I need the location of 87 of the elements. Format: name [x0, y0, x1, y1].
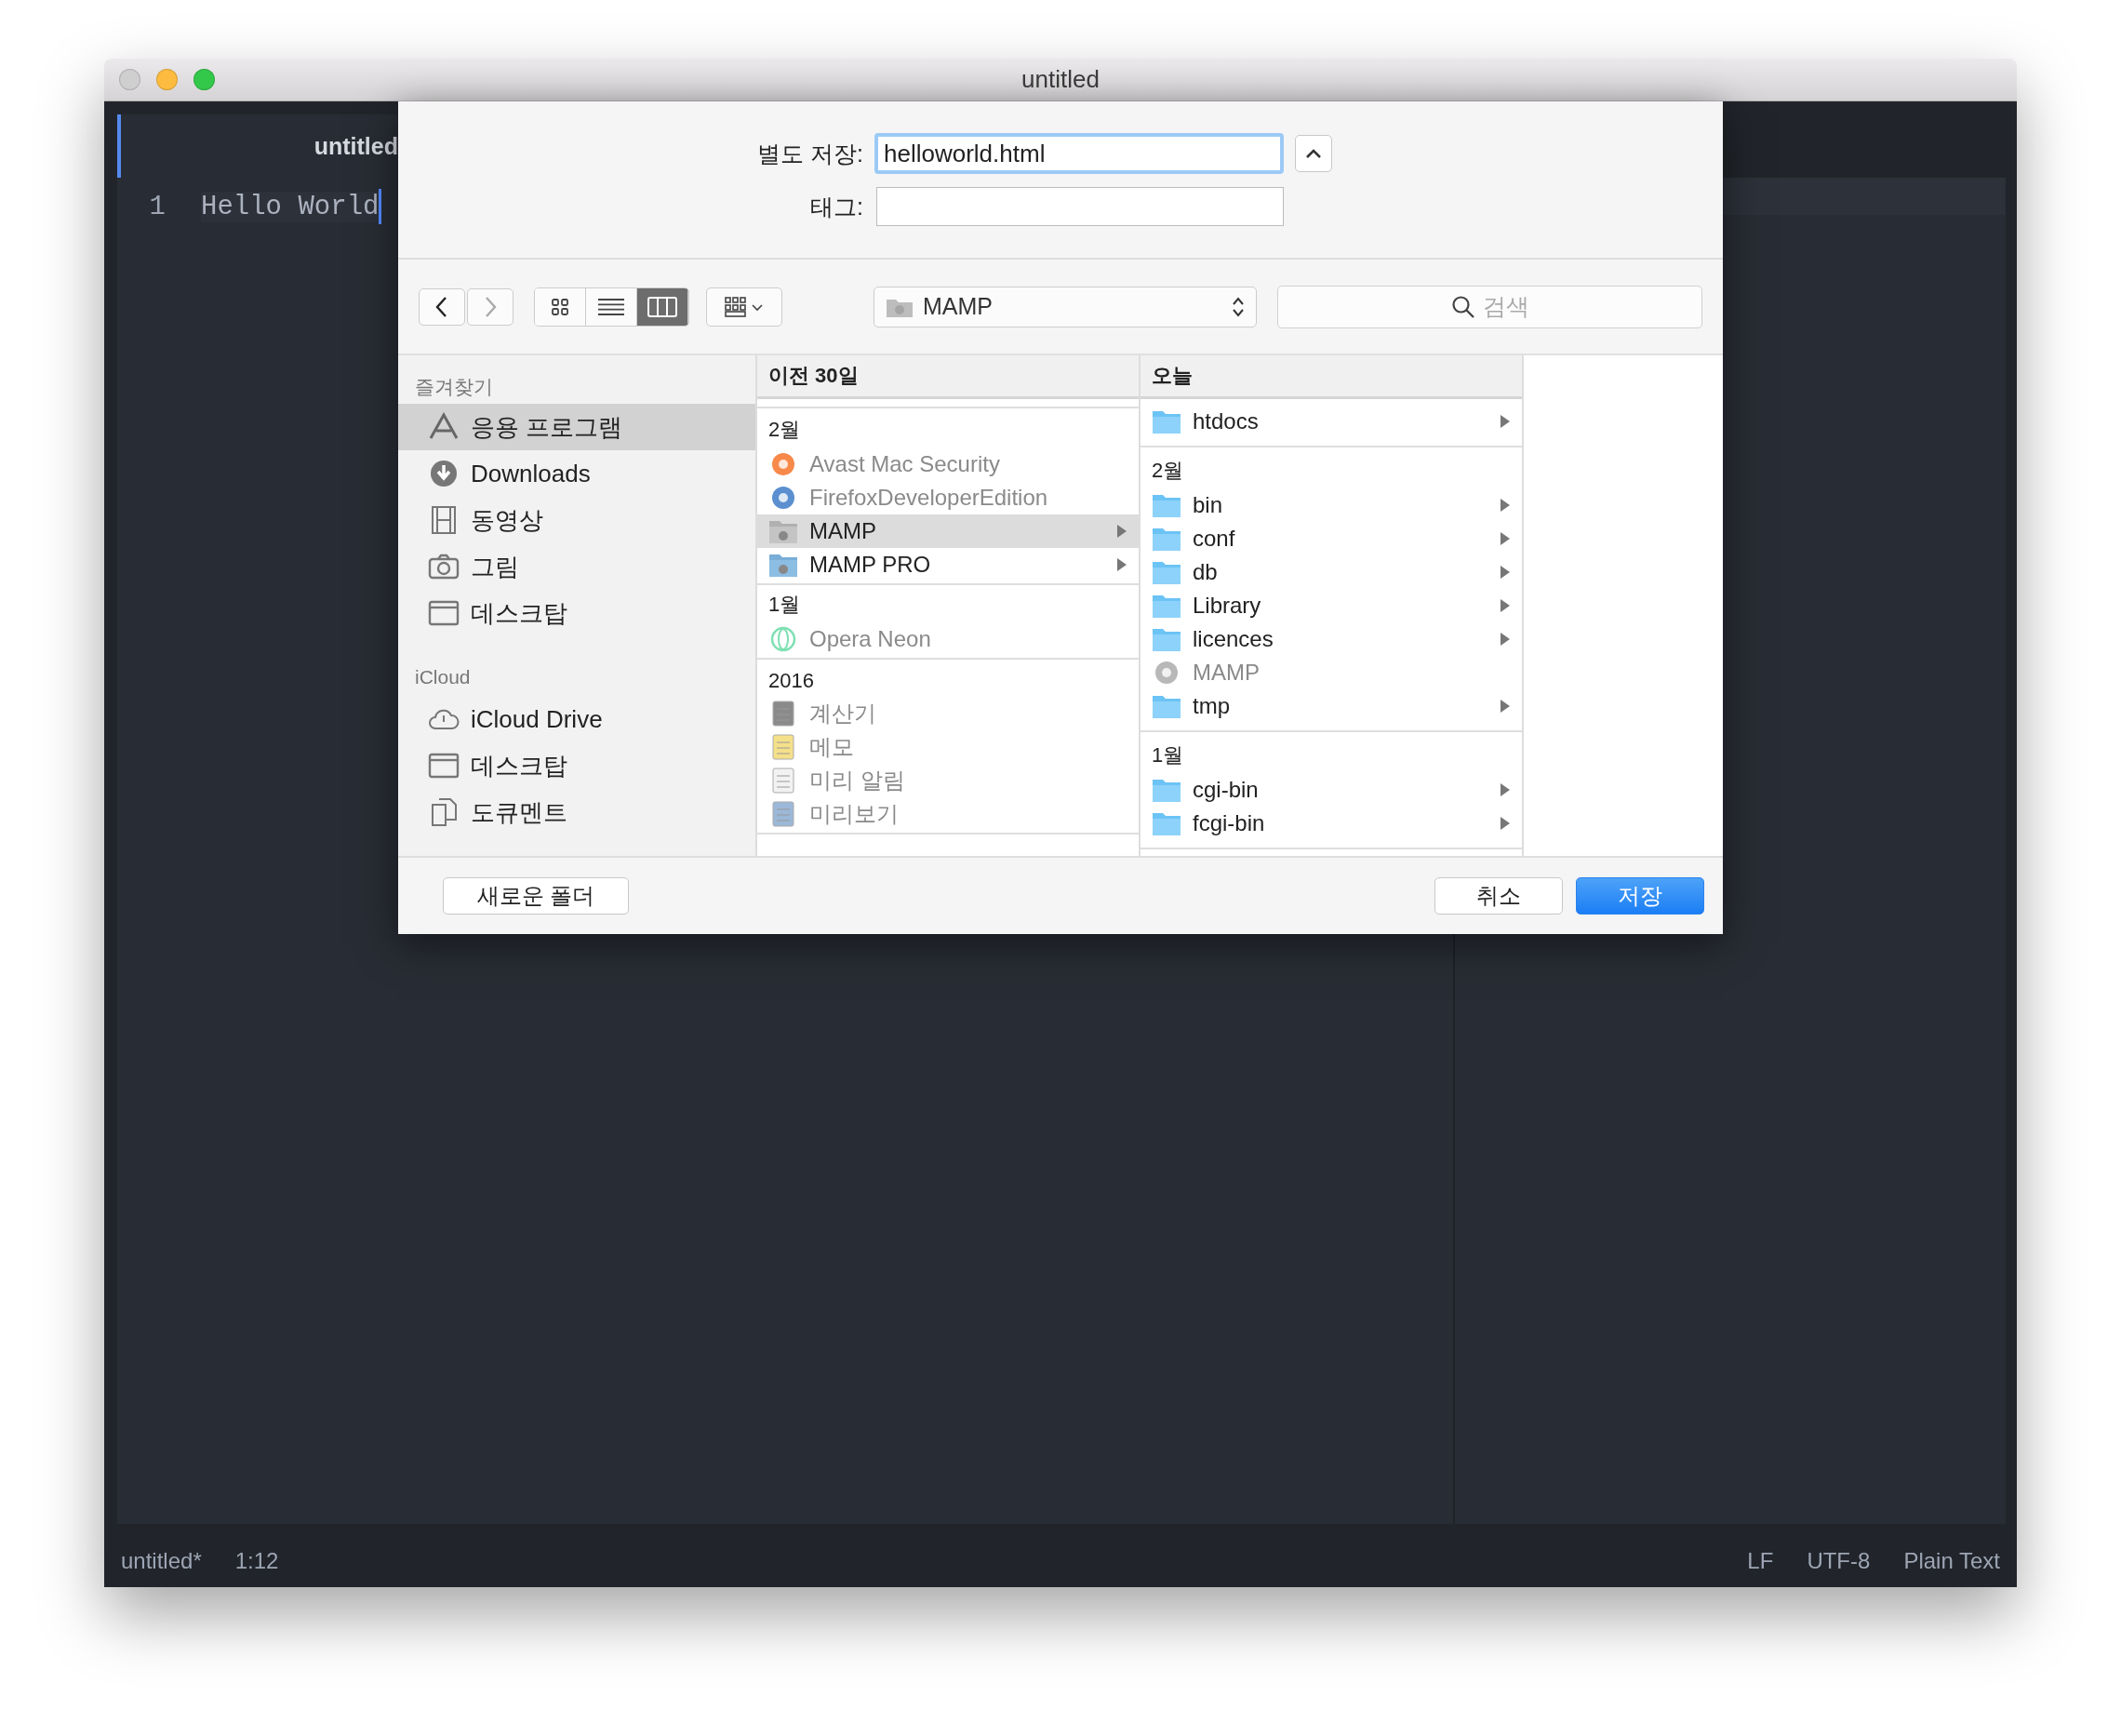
status-item[interactable]: LF: [1747, 1548, 1774, 1574]
sidebar-item[interactable]: 동영상: [398, 497, 755, 543]
status-item[interactable]: Plain Text: [1903, 1548, 2000, 1574]
back-icon: [435, 295, 448, 318]
sidebar-heading: iCloud: [414, 665, 472, 689]
group-label: 1월: [1151, 742, 1185, 768]
file-row[interactable]: MAMP PRO: [757, 548, 1139, 581]
columns-view-button[interactable]: [637, 287, 688, 326]
file-row[interactable]: conf: [1141, 522, 1522, 555]
disclosure-icon: [1500, 498, 1511, 513]
file-row[interactable]: fcgi-bin: [1141, 807, 1522, 840]
group-label: 2월: [1151, 458, 1185, 484]
window-title: untitled: [1021, 65, 1100, 94]
sidebar-item[interactable]: 데스크탑: [398, 590, 755, 636]
status-item: 1:12: [234, 1548, 279, 1574]
cancel-button[interactable]: 취소: [1434, 877, 1563, 915]
file-row[interactable]: licences: [1141, 622, 1522, 656]
status-item[interactable]: UTF-8: [1807, 1548, 1871, 1574]
folder-icon: [1152, 693, 1181, 719]
sidebar-item[interactable]: Downloads: [398, 450, 755, 497]
folder-icon: [768, 552, 798, 578]
tags-field[interactable]: [876, 187, 1284, 226]
file-row[interactable]: Library: [1141, 589, 1522, 622]
search-icon: [1450, 294, 1475, 319]
sidebar-item[interactable]: 응용 프로그램: [398, 404, 755, 450]
folder-icon: [1152, 559, 1181, 585]
disclosure-icon: [1116, 557, 1127, 572]
save-as-label: 별도 저장:: [756, 139, 864, 168]
grid-icon: [550, 296, 570, 317]
status-item: untitled*: [121, 1548, 202, 1574]
folder-icon: [768, 518, 798, 544]
arrange-icon: [725, 296, 764, 317]
file-row[interactable]: htdocs: [1141, 405, 1522, 438]
folder-icon: [1152, 593, 1181, 619]
group-label: 2016: [767, 668, 815, 694]
sidebar-item[interactable]: 도큐멘트: [398, 789, 755, 835]
disclosure-icon: [1500, 565, 1511, 580]
location-popup[interactable]: MAMP: [874, 286, 1257, 327]
column-header: 이전 30일: [757, 355, 1139, 399]
view-mode-control[interactable]: [534, 287, 689, 327]
disclosure-icon: [1500, 598, 1511, 613]
folder-icon: [1152, 810, 1181, 836]
arrange-button[interactable]: [706, 287, 782, 327]
list-icon: [598, 297, 624, 316]
columns-icon: [647, 296, 677, 317]
camera-icon: [428, 552, 460, 581]
monitor-icon: [428, 751, 460, 781]
sidebar-item[interactable]: 데스크탑: [398, 742, 755, 789]
back-button[interactable]: [419, 287, 465, 326]
download-icon: [428, 459, 460, 488]
text-cursor: [379, 189, 382, 224]
file-row[interactable]: bin: [1141, 488, 1522, 522]
stepper-icon: [1232, 295, 1245, 318]
group-label: 1월: [767, 592, 802, 618]
disclosure-icon: [1500, 632, 1511, 647]
folder-icon: [1152, 626, 1181, 652]
disclosure-icon: [1500, 414, 1511, 429]
line-number: 1: [148, 191, 166, 222]
sidebar-heading: 즐겨찾기: [414, 375, 494, 399]
collapse-button[interactable]: [1295, 135, 1332, 172]
file-row[interactable]: tmp: [1141, 689, 1522, 723]
folder-icon: [1152, 526, 1181, 552]
column-header: 오늘: [1141, 355, 1522, 399]
sidebar-item[interactable]: 그림: [398, 543, 755, 590]
chevron-up-icon: [1305, 148, 1322, 159]
file-row[interactable]: MAMP: [757, 514, 1139, 548]
disclosure-icon: [1116, 524, 1127, 539]
folder-icon: [1152, 777, 1181, 803]
group-label: 2월: [767, 417, 802, 443]
editor-tab[interactable]: untitled: [117, 114, 398, 178]
monitor-icon: [428, 598, 460, 628]
list-view-button[interactable]: [586, 287, 637, 326]
file-row[interactable]: cgi-bin: [1141, 773, 1522, 807]
filename-field[interactable]: helloworld.html: [874, 133, 1284, 174]
forward-icon: [484, 295, 497, 318]
folder-icon: [1152, 492, 1181, 518]
folder-icon: [1152, 408, 1181, 434]
icons-view-button[interactable]: [535, 287, 586, 326]
file-row[interactable]: db: [1141, 555, 1522, 589]
app-icon: [768, 626, 798, 652]
sidebar-item[interactable]: iCloud Drive: [398, 696, 755, 742]
new-folder-button[interactable]: 새로운 폴더: [443, 877, 629, 915]
disclosure-icon: [1500, 782, 1511, 797]
tags-label: 태그:: [809, 192, 864, 221]
disclosure-icon: [1500, 531, 1511, 546]
disclosure-icon: [1500, 699, 1511, 714]
disclosure-icon: [1500, 816, 1511, 831]
